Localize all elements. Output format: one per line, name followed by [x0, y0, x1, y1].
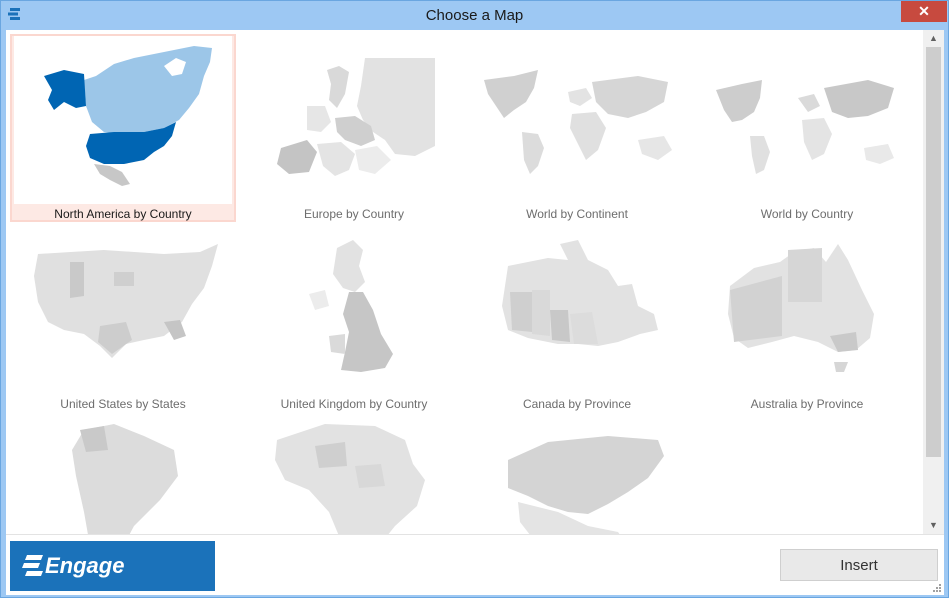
map-tile-canada[interactable]: Canada by Province	[464, 224, 690, 412]
engage-logo: Engage	[10, 541, 215, 591]
engage-logo-mark-icon	[22, 555, 43, 576]
scroll-up-arrow-icon[interactable]: ▲	[923, 30, 944, 47]
window-title: Choose a Map	[425, 7, 524, 24]
map-tile-australia[interactable]: Australia by Province	[694, 224, 920, 412]
australia-map-thumbnail	[728, 244, 874, 372]
map-tile-world-country[interactable]: World by Country	[694, 34, 920, 222]
map-label: Europe by Country	[303, 207, 405, 221]
south-america-map-thumbnail	[72, 424, 178, 534]
map-tile-united-kingdom[interactable]: United Kingdom by Country	[241, 224, 467, 412]
scrollbar-thumb[interactable]	[926, 47, 941, 457]
map-label: World by Continent	[526, 207, 628, 221]
map-label: North America by Country	[54, 207, 192, 221]
canada-map-thumbnail	[502, 240, 658, 346]
map-tile-asia[interactable]	[464, 414, 690, 534]
united-kingdom-map-thumbnail	[309, 240, 393, 372]
map-tile-africa[interactable]	[241, 414, 467, 534]
vertical-scrollbar[interactable]: ▲ ▼	[923, 30, 944, 534]
map-label: United Kingdom by Country	[280, 397, 428, 411]
brand-name: Engage	[45, 553, 125, 578]
map-label: Australia by Province	[750, 397, 864, 411]
map-gallery: North America by Country Europe by Count…	[6, 30, 923, 534]
united-states-map-thumbnail	[34, 244, 218, 358]
north-america-map-thumbnail	[14, 36, 232, 204]
map-tile-europe[interactable]: Europe by Country	[241, 34, 467, 222]
map-label: Canada by Province	[522, 397, 632, 411]
title-bar[interactable]: Choose a Map ✕	[1, 1, 948, 30]
map-tile-north-america[interactable]: North America by Country	[10, 34, 236, 222]
world-country-map-thumbnail	[716, 80, 894, 174]
europe-map-thumbnail	[277, 58, 435, 176]
dialog-footer: Engage Insert	[6, 534, 944, 595]
world-continent-map-thumbnail	[484, 70, 672, 174]
insert-button[interactable]: Insert	[780, 549, 938, 581]
scroll-down-arrow-icon[interactable]: ▼	[923, 517, 944, 534]
dialog-body: North America by Country Europe by Count…	[6, 30, 944, 595]
choose-map-dialog: Choose a Map ✕ North America by Country	[0, 0, 949, 598]
close-button[interactable]: ✕	[901, 1, 947, 22]
map-label: United States by States	[60, 397, 186, 411]
map-tile-world-continent[interactable]: World by Continent	[464, 34, 690, 222]
resize-grip-icon[interactable]	[932, 583, 942, 593]
asia-map-thumbnail	[508, 436, 664, 534]
map-label: World by Country	[760, 207, 854, 221]
africa-map-thumbnail	[275, 424, 425, 534]
map-tile-united-states[interactable]: United States by States	[10, 224, 236, 412]
map-tile-south-america[interactable]	[10, 414, 236, 534]
